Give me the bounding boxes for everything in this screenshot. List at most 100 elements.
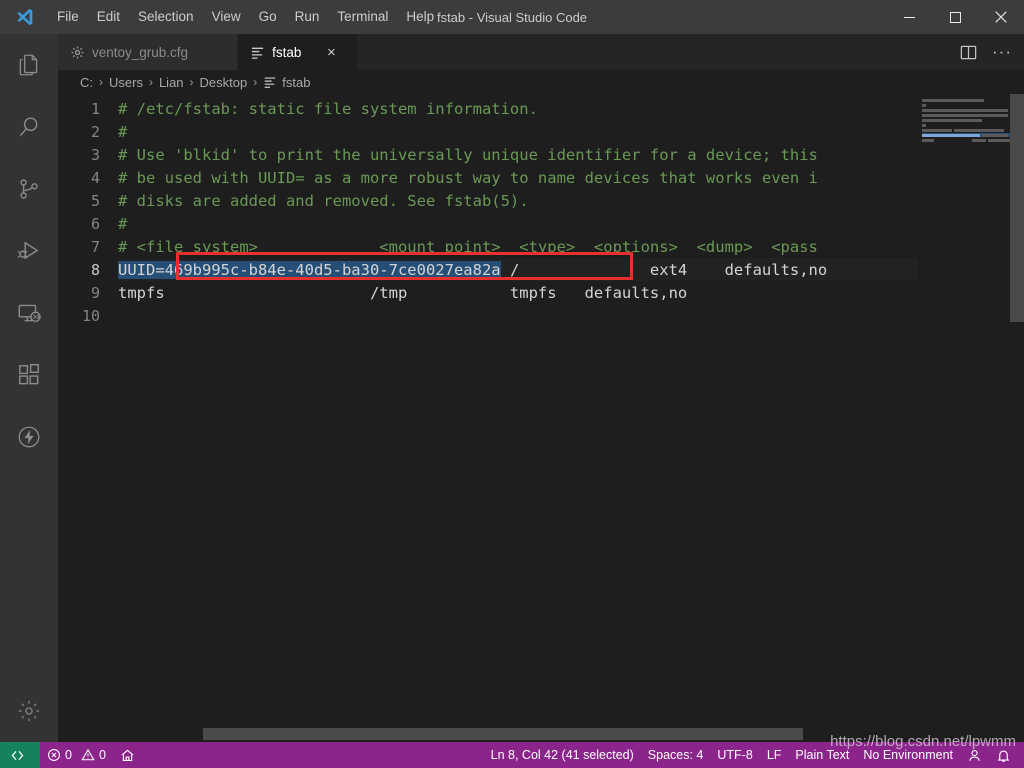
manage-settings-button[interactable]	[0, 680, 58, 742]
status-notifications[interactable]	[989, 742, 1018, 768]
code-content[interactable]: 1 # /etc/fstab: static file system infor…	[58, 94, 1024, 742]
minimap-line-selected	[922, 133, 1010, 137]
code-line: 4 # be used with UUID= as a more robust …	[58, 166, 1024, 189]
chevron-right-icon: ›	[99, 75, 103, 89]
home-icon	[120, 748, 135, 763]
gear-file-icon	[70, 45, 85, 60]
editor-group: ventoy_grub.cfg × fstab ×	[58, 34, 1024, 742]
sidebar-item-search[interactable]	[0, 96, 58, 158]
menu-view[interactable]: View	[203, 0, 250, 34]
minimap-line	[922, 128, 1010, 132]
gear-icon	[16, 698, 42, 724]
status-bar-left: 0 0	[0, 742, 142, 768]
chevron-right-icon: ›	[189, 75, 194, 89]
code-line: 2 #	[58, 120, 1024, 143]
text-editor[interactable]: 1 # /etc/fstab: static file system infor…	[58, 94, 1024, 742]
menu-terminal[interactable]: Terminal	[328, 0, 397, 34]
line-text-rest: / ext4 defaults,no	[500, 260, 828, 279]
source-control-icon	[16, 176, 42, 202]
minimap-line	[922, 138, 1010, 142]
title-bar: File Edit Selection View Go Run Terminal…	[0, 0, 1024, 34]
line-number: 1	[90, 99, 100, 118]
menu-edit[interactable]: Edit	[88, 0, 129, 34]
close-icon[interactable]	[978, 0, 1024, 34]
tab-label: ventoy_grub.cfg	[92, 44, 189, 60]
code-line: 10	[58, 304, 1024, 327]
status-home-button[interactable]	[113, 742, 142, 768]
status-eol[interactable]: LF	[760, 742, 789, 768]
status-encoding[interactable]: UTF-8	[710, 742, 759, 768]
warning-count: 0	[98, 748, 106, 762]
line-number: 10	[81, 306, 100, 325]
code-line: 5 # disks are added and removed. See fst…	[58, 189, 1024, 212]
split-editor-icon[interactable]	[959, 43, 978, 62]
minimap-line	[922, 108, 1010, 112]
menu-help[interactable]: Help	[397, 0, 443, 34]
ellipsis-icon[interactable]: ···	[992, 43, 1012, 60]
error-count: 0	[65, 748, 72, 762]
lightning-bolt-icon	[16, 424, 42, 450]
remote-explorer-icon	[16, 300, 42, 326]
menu-selection[interactable]: Selection	[129, 0, 203, 34]
bell-icon	[996, 748, 1011, 763]
code-line: 9 tmpfs /tmp tmpfs defaults,no	[58, 281, 1024, 304]
status-bar: 0 0 Ln 8, Col 42 (41 selected) Spaces: 4	[0, 733, 1024, 768]
remote-indicator[interactable]	[0, 742, 40, 768]
minimap-line	[922, 103, 1010, 107]
line-text: # be used with UUID= as a more robust wa…	[118, 168, 818, 187]
breadcrumb-item-drive[interactable]: C:	[80, 75, 93, 90]
tab-ventoy-grub-cfg[interactable]: ventoy_grub.cfg ×	[58, 34, 239, 70]
line-text: tmpfs /tmp tmpfs defaults,no	[118, 283, 688, 302]
activity-bar	[0, 34, 58, 742]
workbench-body: ventoy_grub.cfg × fstab ×	[0, 34, 1024, 742]
sidebar-item-run-and-debug[interactable]	[0, 220, 58, 282]
breadcrumb-item-desktop[interactable]: Desktop	[200, 75, 248, 90]
status-problems[interactable]: 0 0	[40, 742, 113, 768]
chevron-right-icon: ›	[148, 75, 153, 89]
line-text: # /etc/fstab: static file system informa…	[118, 99, 538, 118]
menu-file[interactable]: File	[48, 0, 88, 34]
minimap-line	[922, 113, 1010, 117]
line-number: 3	[90, 145, 100, 164]
status-indentation[interactable]: Spaces: 4	[641, 742, 711, 768]
menu-go[interactable]: Go	[250, 0, 286, 34]
sidebar-item-explorer[interactable]	[0, 34, 58, 96]
status-cursor-position[interactable]: Ln 8, Col 42 (41 selected)	[484, 742, 641, 768]
code-line: 1 # /etc/fstab: static file system infor…	[58, 97, 1024, 120]
editor-minimap[interactable]	[918, 94, 1010, 742]
sidebar-item-extensions[interactable]	[0, 344, 58, 406]
line-number: 5	[90, 191, 100, 210]
breadcrumb: C: › Users › Lian › Desktop › fstab	[58, 70, 1024, 94]
line-text: #	[118, 122, 128, 141]
breadcrumb-item-lian[interactable]: Lian	[159, 75, 184, 90]
breadcrumb-item-file[interactable]: fstab	[263, 75, 310, 90]
menu-run[interactable]: Run	[286, 0, 329, 34]
horizontal-scrollbar-thumb[interactable]	[203, 728, 803, 740]
breadcrumb-item-users[interactable]: Users	[109, 75, 143, 90]
tab-fstab[interactable]: fstab ×	[238, 34, 359, 70]
line-text: UUID=469b995c-b84e-40d5-ba30-7ce0027ea82…	[118, 260, 1024, 279]
vertical-scrollbar[interactable]	[1010, 94, 1024, 322]
line-text: #	[118, 214, 128, 233]
status-environment[interactable]: No Environment	[856, 742, 960, 768]
line-number: 9	[90, 283, 100, 302]
sidebar-item-remote-explorer[interactable]	[0, 282, 58, 344]
status-language-mode[interactable]: Plain Text	[788, 742, 856, 768]
code-line: 3 # Use 'blkid' to print the universally…	[58, 143, 1024, 166]
editor-tabs: ventoy_grub.cfg × fstab ×	[58, 34, 1024, 70]
sidebar-item-source-control[interactable]	[0, 158, 58, 220]
selected-text: UUID=469b995c-b84e-40d5-ba30-7ce0027ea82…	[118, 260, 501, 279]
line-text: # Use 'blkid' to print the universally u…	[118, 145, 818, 164]
minimize-icon[interactable]	[886, 0, 932, 34]
sidebar-item-lightning[interactable]	[0, 406, 58, 468]
maximize-icon[interactable]	[932, 0, 978, 34]
vscode-window: File Edit Selection View Go Run Terminal…	[0, 0, 1024, 768]
extensions-icon	[16, 362, 42, 388]
line-number: 6	[90, 214, 100, 233]
editor-actions: ···	[959, 34, 1024, 70]
tab-close-icon[interactable]: ×	[324, 44, 338, 61]
horizontal-scrollbar-track[interactable]	[58, 728, 1024, 742]
warning-icon	[81, 748, 95, 762]
status-account[interactable]	[960, 742, 989, 768]
code-line-selected: 8 UUID=469b995c-b84e-40d5-ba30-7ce0027ea…	[58, 258, 1024, 281]
